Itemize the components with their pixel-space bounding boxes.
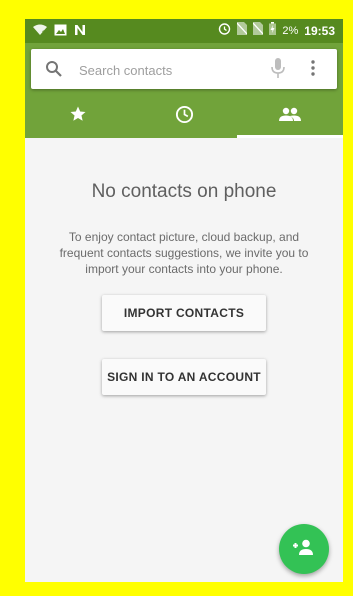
empty-title: No contacts on phone	[91, 181, 277, 202]
wifi-icon: ?	[33, 23, 47, 41]
image-icon	[54, 23, 67, 41]
phone-screen: ? 2% 19:53 Search contacts No contacts o…	[25, 19, 343, 582]
status-bar: ? 2% 19:53	[25, 19, 343, 43]
svg-text:?: ?	[42, 31, 46, 36]
no-sim-icon	[236, 22, 248, 40]
clock-icon	[175, 105, 194, 129]
people-icon	[279, 107, 301, 126]
battery-icon	[269, 22, 277, 40]
status-left-icons: ?	[33, 23, 86, 41]
clock-time: 19:53	[304, 24, 335, 38]
n-icon	[74, 23, 86, 41]
search-input[interactable]	[77, 57, 261, 83]
search-icon[interactable]	[45, 60, 63, 83]
add-person-icon	[293, 539, 315, 560]
star-icon	[69, 105, 87, 128]
search-bar[interactable]	[31, 49, 337, 89]
app-header	[25, 43, 343, 138]
tab-recents[interactable]	[131, 95, 237, 138]
add-contact-button[interactable]	[279, 524, 329, 574]
empty-description: To enjoy contact picture, cloud backup, …	[59, 230, 309, 276]
more-options-icon[interactable]	[311, 60, 315, 81]
tab-bar	[25, 95, 343, 138]
no-sim-icon	[252, 22, 264, 40]
mic-icon[interactable]	[271, 58, 285, 85]
alarm-icon	[218, 22, 231, 40]
tab-favorites[interactable]	[25, 95, 131, 138]
import-contacts-button[interactable]: IMPORT CONTACTS	[102, 295, 266, 331]
sign-in-account-button[interactable]: SIGN IN TO AN ACCOUNT	[102, 359, 266, 395]
status-right-icons: 2% 19:53	[218, 22, 335, 40]
empty-state: No contacts on phone To enjoy contact pi…	[25, 138, 343, 582]
battery-percent: 2%	[282, 25, 299, 37]
tab-contacts[interactable]	[237, 95, 343, 138]
